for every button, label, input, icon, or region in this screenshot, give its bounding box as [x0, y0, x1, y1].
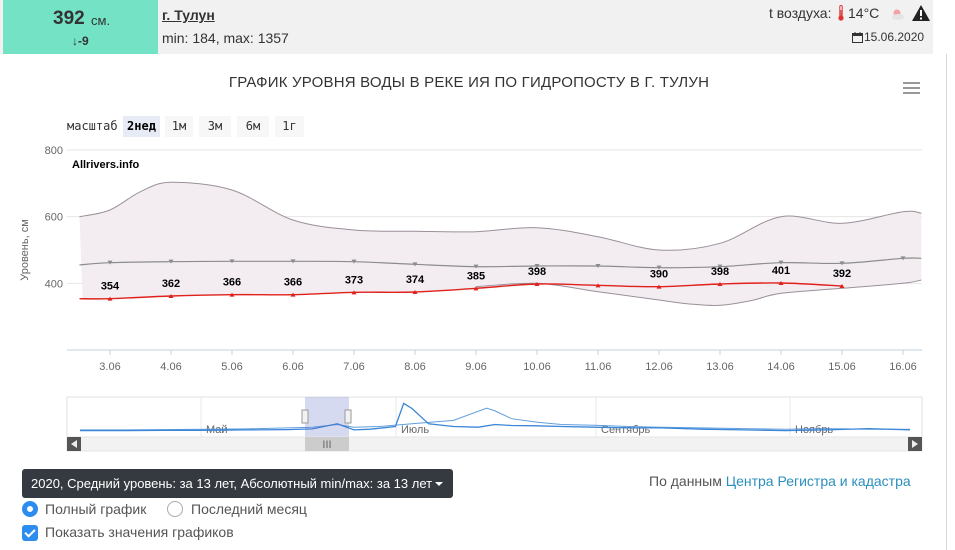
x-tick-label: 12.06 — [645, 361, 673, 373]
warning-icon — [912, 5, 930, 21]
air-temp-value: 14°C — [848, 5, 880, 21]
navigator-right-handle[interactable] — [344, 409, 352, 424]
level-unit: см. — [91, 13, 111, 28]
y-tick-label: 600 — [45, 212, 63, 224]
x-tick-label: 7.06 — [343, 361, 364, 373]
top-bar: 392 см. ↓-9 г. Тулун min: 184, max: 1357… — [0, 0, 933, 54]
x-tick-label: 8.06 — [404, 361, 425, 373]
plot-area: 354 362 366 366 373 374 385 398 390 398 401 392 400 6… — [19, 145, 922, 373]
scrollbar-track[interactable] — [66, 436, 923, 452]
data-label: 398 — [711, 266, 729, 278]
chart-title: ГРАФИК УРОВНЯ ВОДЫ В РЕКЕ ИЯ ПО ГИДРОПОС… — [229, 74, 709, 91]
data-label: 354 — [101, 281, 120, 293]
watermark: Allrivers.info — [72, 159, 140, 171]
x-tick-label: 13.06 — [706, 361, 734, 373]
zoom-button-2нед[interactable]: 2нед — [123, 116, 160, 137]
data-label: 373 — [345, 274, 363, 286]
city-link[interactable]: г. Тулун — [162, 7, 215, 23]
x-tick-label: 4.06 — [160, 361, 181, 373]
data-label: 392 — [833, 268, 851, 280]
navigator[interactable]: Май Июль Сентябрь НоябрьIII — [66, 396, 923, 452]
x-tick-label: 9.06 — [465, 361, 486, 373]
data-label: 366 — [223, 277, 241, 289]
zoom-label: масштаб — [67, 119, 118, 133]
y-tick-label: 400 — [45, 278, 63, 290]
minmax-text: min: 184, max: 1357 — [162, 30, 289, 46]
navigator-month-label: Июль — [401, 424, 429, 436]
data-label: 390 — [650, 269, 668, 281]
dataset-dropdown-label: 2020, Средний уровень: за 13 лет, Абсолю… — [31, 476, 433, 491]
x-tick-label: 10.06 — [523, 361, 551, 373]
data-label: 374 — [406, 274, 425, 286]
menu-icon[interactable] — [903, 82, 920, 94]
show-values-label[interactable]: Показать значения графиков — [45, 524, 234, 540]
panel-divider — [946, 54, 947, 550]
zoom-button-1м[interactable]: 1м — [165, 116, 193, 137]
caret-down-icon — [435, 482, 443, 486]
data-label: 366 — [284, 277, 302, 289]
date-text: 15.06.2020 — [864, 30, 925, 44]
y-axis-title: Уровень, см — [19, 219, 31, 281]
calendar-icon — [852, 32, 863, 43]
zoom-button-1г[interactable]: 1г — [275, 116, 304, 137]
radio-last-month[interactable] — [167, 501, 183, 517]
navigator-left-handle[interactable] — [301, 409, 309, 424]
navigator-selection[interactable] — [305, 397, 349, 437]
x-tick-label: 16.06 — [889, 361, 917, 373]
x-tick-label: 3.06 — [99, 361, 120, 373]
radio-last-month-label[interactable]: Последний месяц — [191, 501, 307, 517]
level-value: 392 — [53, 8, 85, 29]
data-label: 362 — [162, 278, 180, 290]
level-badge: 392 см. ↓-9 — [3, 0, 158, 54]
show-values-checkbox[interactable] — [22, 525, 38, 541]
weather-icon — [892, 9, 904, 20]
source-link[interactable]: Центра Регистра и кадастра — [726, 473, 911, 489]
level-change-value: -9 — [78, 34, 89, 48]
source-prefix: По данным — [649, 473, 722, 489]
x-tick-label: 11.06 — [585, 361, 612, 373]
scrollbar-grip: III — [322, 439, 331, 451]
dataset-dropdown[interactable]: 2020, Средний уровень: за 13 лет, Абсолю… — [22, 469, 453, 498]
x-tick-label: 14.06 — [767, 361, 795, 373]
check-icon — [24, 526, 36, 538]
x-tick-label: 6.06 — [282, 361, 303, 373]
x-tick-label: 5.06 — [221, 361, 242, 373]
data-label: 401 — [772, 265, 790, 277]
source-text: По данным Центра Регистра и кадастра — [649, 473, 911, 489]
water-level-chart: ГРАФИК УРОВНЯ ВОДЫ В РЕКЕ ИЯ ПО ГИДРОПОС… — [19, 74, 923, 452]
data-label: 385 — [467, 270, 485, 282]
zoom-button-6м[interactable]: 6м — [237, 116, 269, 137]
data-label: 398 — [528, 266, 546, 278]
x-tick-label: 15.06 — [828, 361, 856, 373]
y-tick-label: 800 — [45, 145, 63, 157]
thermometer-icon — [838, 5, 844, 21]
radio-full-chart-label[interactable]: Полный график — [45, 501, 146, 517]
air-temp-label: t воздуха: — [769, 5, 832, 21]
radio-full-chart[interactable] — [22, 501, 38, 517]
level-change: ↓-9 — [72, 34, 89, 48]
zoom-button-3м[interactable]: 3м — [199, 116, 231, 137]
